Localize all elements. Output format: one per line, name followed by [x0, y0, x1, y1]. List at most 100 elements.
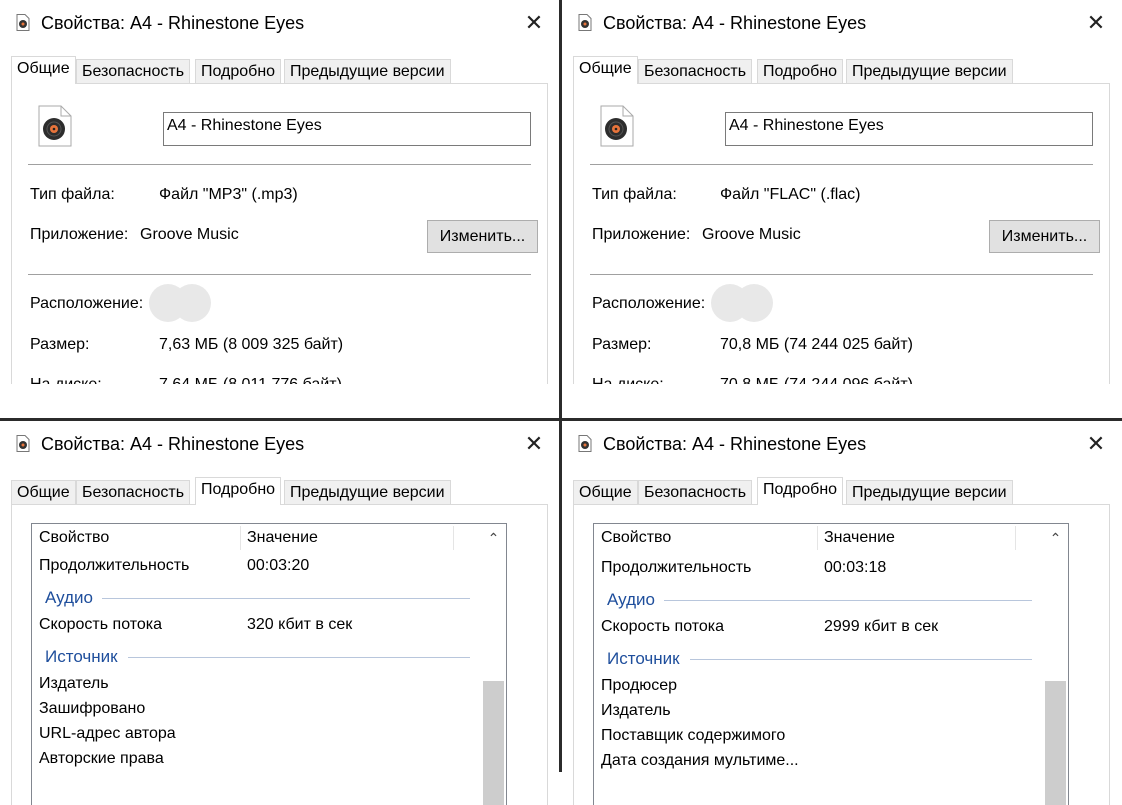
- tab-previous-versions[interactable]: Предыдущие версии: [284, 480, 451, 504]
- row-source-label: Авторские права: [39, 750, 164, 767]
- tab-security[interactable]: Безопасность: [638, 59, 753, 83]
- divider: [28, 164, 531, 165]
- scrollbar-thumb[interactable]: [483, 681, 504, 805]
- row-duration-value: 00:03:18: [824, 559, 887, 576]
- app-label: Приложение:: [592, 226, 691, 243]
- close-icon[interactable]: ✕: [519, 429, 549, 459]
- row-source-label: Поставщик содержимого: [601, 727, 786, 744]
- row-duration-value: 00:03:20: [247, 557, 310, 574]
- row-source-label: Издатель: [601, 702, 671, 719]
- audio-file-icon: [578, 435, 592, 452]
- close-icon[interactable]: ✕: [519, 8, 549, 38]
- file-type-label: Тип файла:: [30, 186, 115, 203]
- location-label: Расположение:: [592, 295, 706, 312]
- vertical-scrollbar[interactable]: ⌃: [1043, 524, 1068, 805]
- tab-security[interactable]: Безопасность: [638, 480, 753, 504]
- row-source-label: Продюсер: [601, 677, 678, 694]
- group-source: Источник: [45, 647, 118, 666]
- divider: [28, 274, 531, 275]
- column-separator: [817, 526, 818, 550]
- row-duration-label: Продолжительность: [601, 559, 752, 576]
- disk-size-label: На диске:: [592, 376, 664, 384]
- group-audio: Аудио: [45, 588, 93, 607]
- file-type-value: Файл "FLAC" (.flac): [720, 186, 861, 203]
- app-value: Groove Music: [140, 226, 239, 243]
- general-panel: A4 - Rhinestone Eyes Тип файла: Файл "MP…: [11, 83, 548, 384]
- tab-details[interactable]: Подробно: [195, 477, 282, 505]
- music-file-icon: [600, 105, 634, 147]
- size-label: Размер:: [30, 336, 90, 353]
- properties-list[interactable]: Свойство Значение Продолжительность 00:0…: [31, 523, 507, 805]
- divider: [590, 274, 1093, 275]
- file-type-value: Файл "MP3" (.mp3): [159, 186, 298, 203]
- group-source: Источник: [607, 649, 680, 668]
- tab-security[interactable]: Безопасность: [76, 59, 191, 83]
- row-source-label: URL-адрес автора: [39, 725, 176, 742]
- row-source-label: Зашифровано: [39, 700, 146, 717]
- title-bar: Свойства: A4 - Rhinestone Eyes ✕: [0, 421, 559, 466]
- app-value: Groove Music: [702, 226, 801, 243]
- vertical-scrollbar[interactable]: ⌃: [481, 524, 506, 805]
- row-source-label: Издатель: [39, 675, 109, 692]
- redacted-location: [149, 284, 211, 322]
- disk-size-label: На диске:: [30, 376, 102, 384]
- disk-size-value: 7,64 МБ (8 011 776 байт): [159, 376, 342, 384]
- tab-general[interactable]: Общие: [573, 56, 638, 84]
- change-app-button[interactable]: Изменить...: [427, 220, 538, 253]
- column-header-property[interactable]: Свойство: [39, 529, 109, 547]
- audio-file-icon: [578, 14, 592, 31]
- app-label: Приложение:: [30, 226, 129, 243]
- window-title: Свойства: A4 - Rhinestone Eyes: [603, 13, 867, 33]
- tab-details[interactable]: Подробно: [757, 477, 844, 505]
- group-divider: [128, 657, 470, 658]
- audio-file-icon: [16, 14, 30, 31]
- music-file-icon: [38, 105, 72, 147]
- tab-general[interactable]: Общие: [11, 480, 76, 504]
- row-bitrate-label: Скорость потока: [601, 618, 725, 635]
- group-divider: [664, 600, 1032, 601]
- window-title: Свойства: A4 - Rhinestone Eyes: [41, 13, 305, 33]
- title-bar: Свойства: A4 - Rhinestone Eyes ✕: [562, 0, 1121, 45]
- window-title: Свойства: A4 - Rhinestone Eyes: [603, 434, 867, 454]
- tab-details[interactable]: Подробно: [757, 59, 844, 83]
- disk-size-value: 70,8 МБ (74 244 096 байт): [720, 376, 913, 384]
- scroll-up-icon[interactable]: ⌃: [1043, 530, 1068, 547]
- column-header-value[interactable]: Значение: [247, 529, 318, 547]
- change-app-button[interactable]: Изменить...: [989, 220, 1100, 253]
- tab-previous-versions[interactable]: Предыдущие версии: [846, 480, 1013, 504]
- size-value: 70,8 МБ (74 244 025 байт): [720, 336, 913, 353]
- title-bar: Свойства: A4 - Rhinestone Eyes ✕: [0, 0, 559, 45]
- details-panel: Свойство Значение Продолжительность 00:0…: [11, 504, 548, 805]
- tab-general[interactable]: Общие: [573, 480, 638, 504]
- column-separator: [453, 526, 454, 550]
- tab-general[interactable]: Общие: [11, 56, 76, 84]
- location-label: Расположение:: [30, 295, 144, 312]
- scroll-up-icon[interactable]: ⌃: [481, 530, 506, 547]
- tab-previous-versions[interactable]: Предыдущие версии: [284, 59, 451, 83]
- close-icon[interactable]: ✕: [1081, 8, 1111, 38]
- audio-file-icon: [16, 435, 30, 452]
- file-name-input[interactable]: A4 - Rhinestone Eyes: [725, 112, 1093, 146]
- tab-security[interactable]: Безопасность: [76, 480, 191, 504]
- redacted-location: [711, 284, 773, 322]
- group-divider: [690, 659, 1032, 660]
- properties-window-flac-details: Свойства: A4 - Rhinestone Eyes ✕ Общие Б…: [562, 421, 1121, 805]
- file-name-input[interactable]: A4 - Rhinestone Eyes: [163, 112, 531, 146]
- column-header-value[interactable]: Значение: [824, 529, 895, 547]
- window-title: Свойства: A4 - Rhinestone Eyes: [41, 434, 305, 454]
- close-icon[interactable]: ✕: [1081, 429, 1111, 459]
- properties-list[interactable]: Свойство Значение Продолжительность 00:0…: [593, 523, 1069, 805]
- file-type-label: Тип файла:: [592, 186, 677, 203]
- size-label: Размер:: [592, 336, 652, 353]
- tab-details[interactable]: Подробно: [195, 59, 282, 83]
- size-value: 7,63 МБ (8 009 325 байт): [159, 336, 344, 353]
- tab-previous-versions[interactable]: Предыдущие версии: [846, 59, 1013, 83]
- general-panel: A4 - Rhinestone Eyes Тип файла: Файл "FL…: [573, 83, 1110, 384]
- column-separator: [1015, 526, 1016, 550]
- group-audio: Аудио: [607, 590, 655, 609]
- group-divider: [102, 598, 470, 599]
- details-panel: Свойство Значение Продолжительность 00:0…: [573, 504, 1110, 805]
- properties-window-mp3-details: Свойства: A4 - Rhinestone Eyes ✕ Общие Б…: [0, 421, 559, 805]
- scrollbar-thumb[interactable]: [1045, 681, 1066, 805]
- column-header-property[interactable]: Свойство: [601, 529, 671, 547]
